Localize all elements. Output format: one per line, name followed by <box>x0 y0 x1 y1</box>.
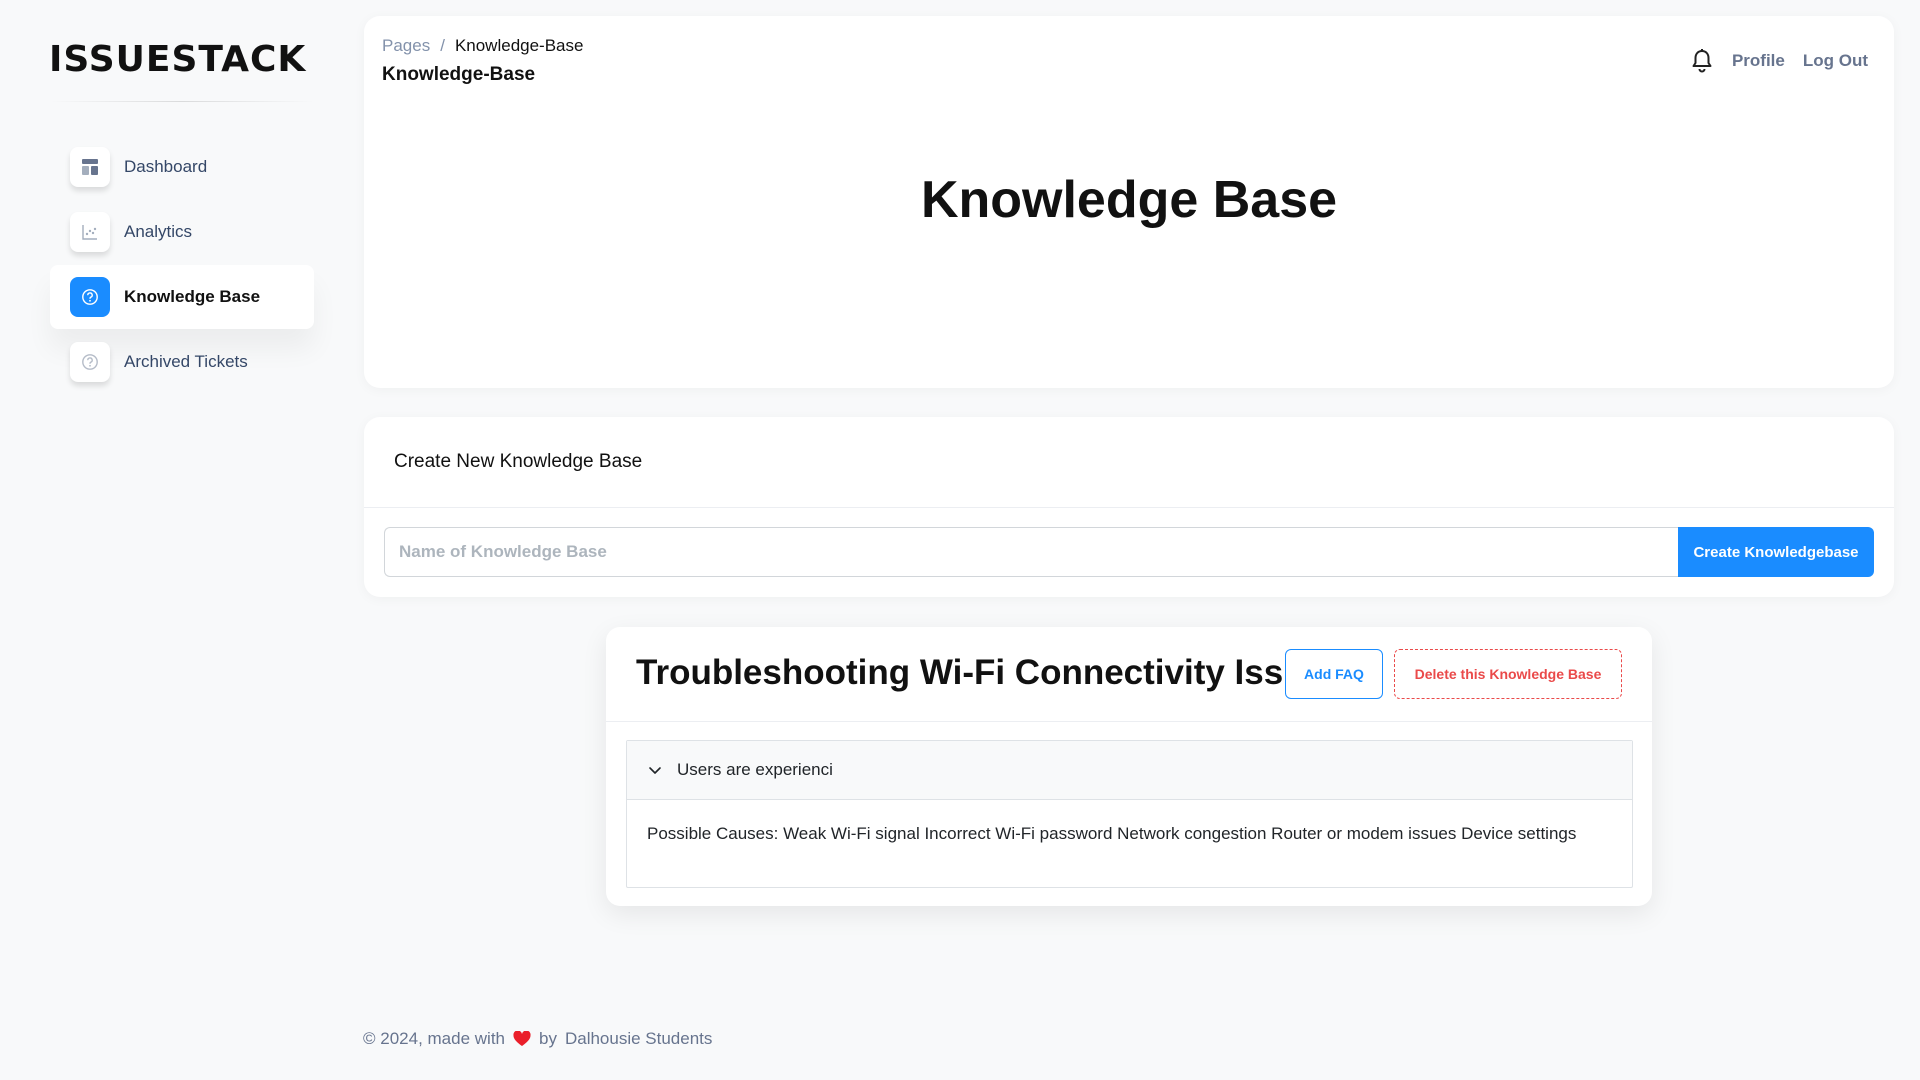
header-card: Pages / Knowledge-Base Knowledge-Base Pr… <box>364 16 1894 388</box>
delete-knowledge-base-button[interactable]: Delete this Knowledge Base <box>1394 649 1622 699</box>
faq-accordion: Users are experienci Possible Causes: We… <box>626 740 1633 888</box>
faq-question: Users are experienci <box>677 760 833 779</box>
sidebar-item-analytics[interactable]: Analytics <box>50 200 314 264</box>
footer-author-link[interactable]: Dalhousie Students <box>565 1029 712 1049</box>
header-actions: Profile Log Out <box>1690 48 1868 74</box>
breadcrumb-separator: / <box>440 36 445 55</box>
sidebar-item-knowledge-base[interactable]: Knowledge Base <box>50 265 314 329</box>
knowledge-base-title: Troubleshooting Wi-Fi Connectivity Issue… <box>636 653 1344 692</box>
create-knowledge-base-card: Create New Knowledge Base Create Knowled… <box>364 417 1894 597</box>
sidebar-item-label: Archived Tickets <box>124 352 248 371</box>
bell-icon[interactable] <box>1690 48 1714 74</box>
dashboard-icon <box>70 147 110 187</box>
chevron-down-icon <box>649 767 661 774</box>
create-knowledgebase-button[interactable]: Create Knowledgebase <box>1678 527 1874 577</box>
app-logo[interactable]: ISSUESTACK <box>49 38 315 80</box>
create-card-title: Create New Knowledge Base <box>394 451 643 472</box>
knowledge-base-name-input[interactable] <box>384 527 1678 577</box>
profile-link[interactable]: Profile <box>1732 51 1785 71</box>
breadcrumb-current: Knowledge-Base <box>454 36 584 55</box>
sidebar-item-label: Analytics <box>124 222 193 241</box>
faq-question-toggle[interactable]: Users are experienci <box>627 741 1632 800</box>
breadcrumb-root[interactable]: Pages <box>382 36 430 56</box>
divider <box>364 507 1894 508</box>
sidebar-item-label: Knowledge Base <box>124 287 261 306</box>
question-circle-icon <box>70 342 110 382</box>
page-title: Knowledge Base <box>920 171 1338 229</box>
footer: © 2024, made with by Dalhousie Students <box>363 1029 712 1049</box>
sidebar: ISSUESTACK Dashboard Analytics Knowledge… <box>0 0 340 1080</box>
footer-copyright: © 2024, made with <box>363 1029 505 1048</box>
logout-link[interactable]: Log Out <box>1803 51 1868 71</box>
divider <box>606 721 1652 722</box>
page-subtitle: Knowledge-Base <box>382 64 536 85</box>
knowledge-base-card: Troubleshooting Wi-Fi Connectivity Issue… <box>606 627 1652 906</box>
breadcrumb: Pages / Knowledge-Base <box>382 36 583 56</box>
sidebar-item-dashboard[interactable]: Dashboard <box>50 135 314 199</box>
sidebar-item-archived-tickets[interactable]: Archived Tickets <box>50 330 314 394</box>
footer-by: by <box>539 1029 557 1048</box>
question-circle-icon <box>70 277 110 317</box>
sidebar-item-label: Dashboard <box>124 157 208 176</box>
chart-icon <box>70 212 110 252</box>
logo-text: ISSUESTACK <box>49 38 307 80</box>
faq-answer: Possible Causes: Weak Wi-Fi signal Incor… <box>647 824 1577 843</box>
create-form: Create Knowledgebase <box>384 527 1874 577</box>
logo-divider <box>50 101 314 102</box>
add-faq-button[interactable]: Add FAQ <box>1285 649 1383 699</box>
sidebar-nav: Dashboard Analytics Knowledge Base Archi… <box>50 135 314 395</box>
heart-icon <box>513 1031 531 1046</box>
